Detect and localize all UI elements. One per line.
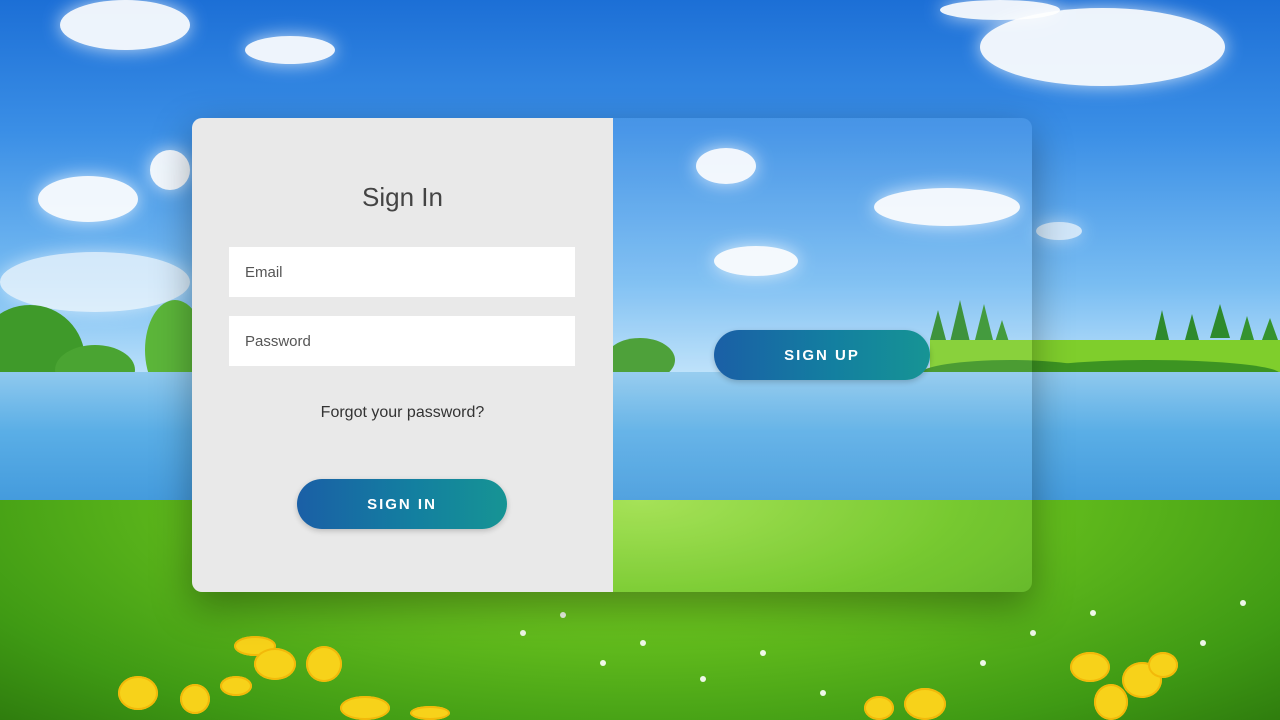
cloud: [1036, 222, 1082, 240]
daisy: [760, 650, 766, 656]
daisy: [820, 690, 826, 696]
cloud: [150, 150, 190, 190]
flower: [118, 676, 158, 710]
daisy: [1200, 640, 1206, 646]
flower: [1070, 652, 1110, 682]
signup-overlay-panel: SIGN UP: [613, 118, 1032, 592]
email-input[interactable]: [229, 247, 575, 297]
daisy: [640, 640, 646, 646]
cloud: [38, 176, 138, 222]
flower: [1094, 684, 1128, 720]
flower: [904, 688, 946, 720]
daisy: [1240, 600, 1246, 606]
daisy: [980, 660, 986, 666]
flower: [1148, 652, 1178, 678]
daisy: [560, 612, 566, 618]
signin-title: Sign In: [362, 182, 443, 212]
daisy: [1030, 630, 1036, 636]
flower: [306, 646, 342, 682]
cloud: [60, 0, 190, 50]
flower: [864, 696, 894, 720]
flower: [340, 696, 390, 720]
signin-button[interactable]: SIGN IN: [297, 479, 507, 529]
cloud: [980, 8, 1225, 86]
auth-card: Sign In Forgot your password? SIGN IN SI…: [192, 118, 1032, 592]
daisy: [700, 676, 706, 682]
password-input[interactable]: [229, 316, 575, 366]
forgot-password-link[interactable]: Forgot your password?: [192, 404, 613, 422]
flower: [410, 706, 450, 720]
daisy: [520, 630, 526, 636]
cloud: [245, 36, 335, 64]
flower: [220, 676, 252, 696]
flower: [180, 684, 210, 714]
signin-panel: Sign In Forgot your password? SIGN IN: [192, 118, 613, 592]
flower: [254, 648, 296, 680]
daisy: [600, 660, 606, 666]
signup-button[interactable]: SIGN UP: [714, 330, 930, 380]
daisy: [1090, 610, 1096, 616]
